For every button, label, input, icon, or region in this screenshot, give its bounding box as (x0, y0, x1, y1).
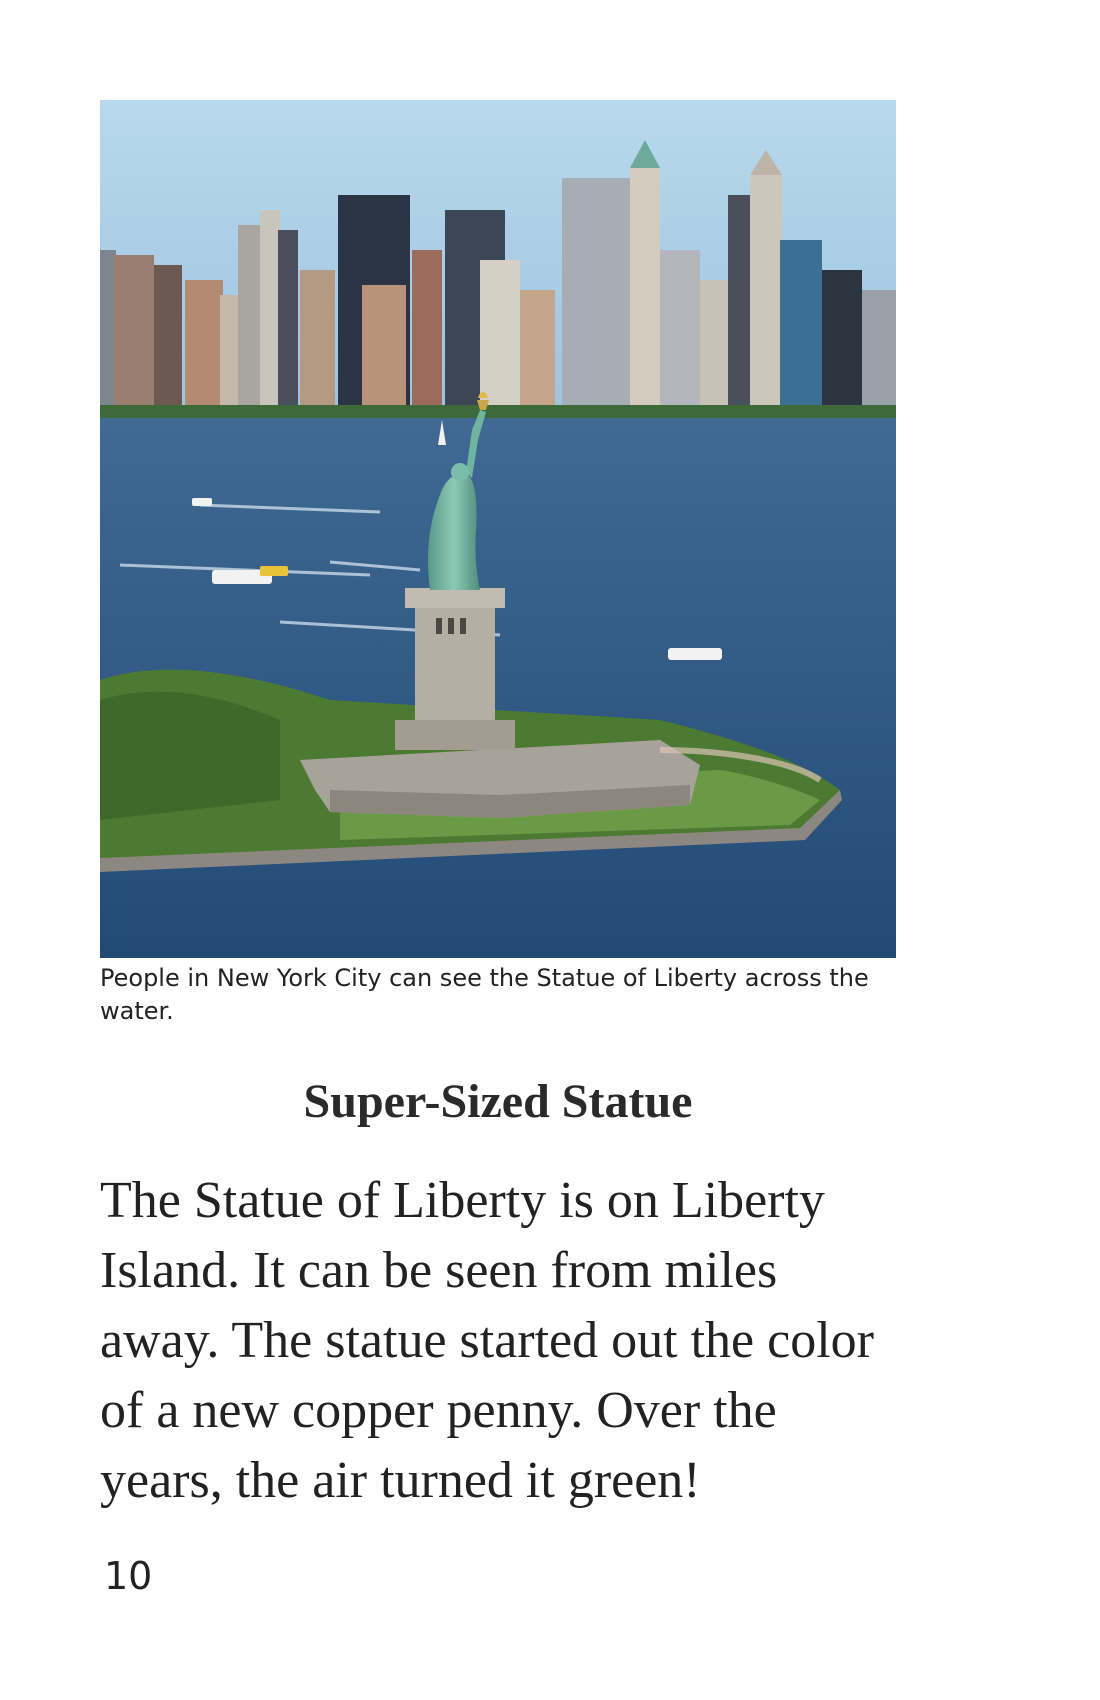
photo-illustration (100, 100, 896, 958)
body-paragraph: The Statue of Liberty is on Liberty Isla… (100, 1172, 874, 1509)
statue-of-liberty-photo (100, 100, 896, 958)
page-number: 10 (104, 1554, 153, 1598)
photo-caption: People in New York City can see the Stat… (100, 964, 869, 1025)
section-heading: Super-Sized Statue (303, 1075, 693, 1128)
